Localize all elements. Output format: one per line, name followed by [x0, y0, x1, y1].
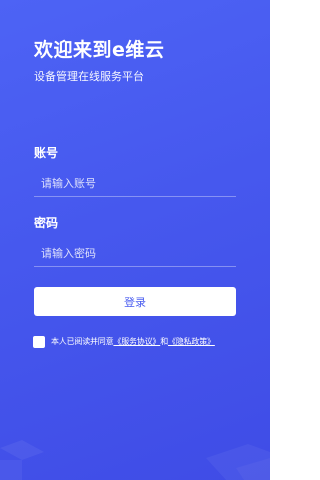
- agreement-conjunction: 和: [160, 337, 169, 346]
- privacy-policy-link[interactable]: 《隐私政策》: [168, 337, 215, 347]
- account-input[interactable]: [34, 171, 236, 197]
- welcome-title: 欢迎来到e维云: [34, 39, 165, 61]
- password-label: 密码: [34, 216, 59, 230]
- service-agreement-link[interactable]: 《服务协议》: [113, 337, 160, 347]
- login-button[interactable]: 登录: [34, 287, 236, 316]
- password-input[interactable]: [34, 241, 236, 267]
- agreement-checkbox[interactable]: [33, 336, 45, 348]
- welcome-subtitle: 设备管理在线服务平台: [34, 70, 144, 83]
- agreement-row: 本人已阅读并同意 《服务协议》 和 《隐私政策》: [33, 335, 253, 349]
- agreement-prefix: 本人已阅读并同意: [51, 337, 114, 346]
- account-label: 账号: [34, 146, 59, 160]
- login-screen: 欢迎来到e维云 设备管理在线服务平台 账号 密码 登录 本人已阅读并同意 《服务…: [0, 0, 270, 480]
